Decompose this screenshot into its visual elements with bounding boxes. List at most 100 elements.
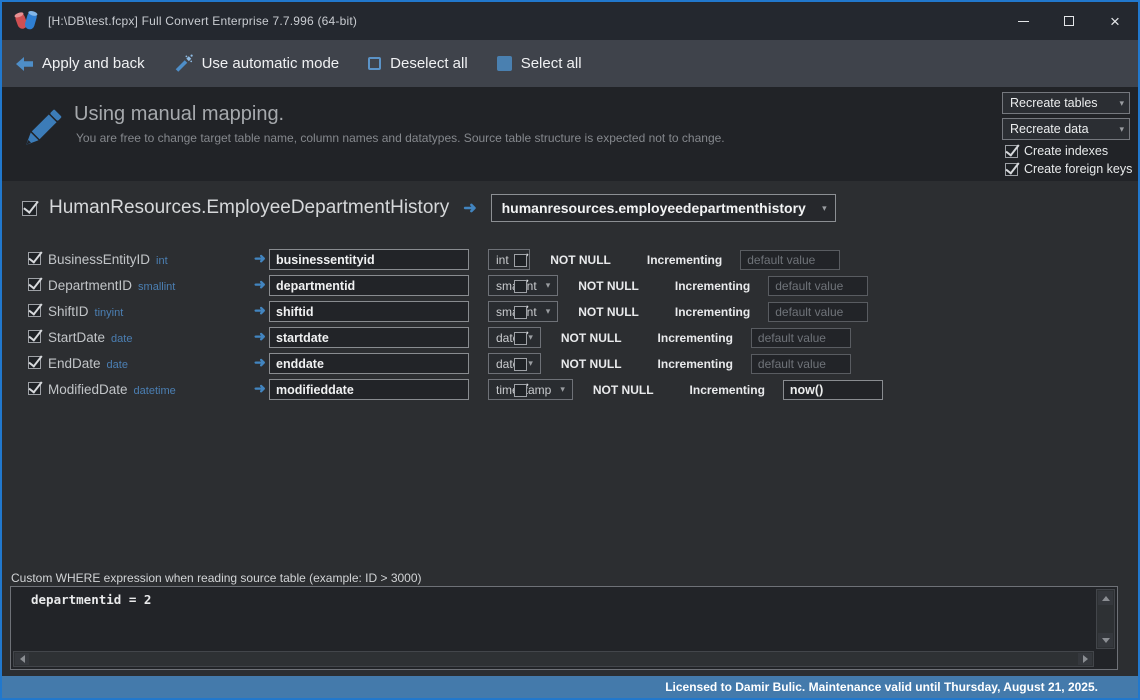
- incrementing-checkbox[interactable]: [514, 306, 527, 319]
- horizontal-scrollbar[interactable]: [13, 651, 1094, 667]
- source-column: BusinessEntityIDint: [48, 251, 168, 269]
- column-select-checkbox[interactable]: [28, 330, 41, 343]
- select-all-button[interactable]: Select all: [497, 55, 597, 72]
- incrementing-checkbox[interactable]: [514, 254, 527, 267]
- create-indexes-option[interactable]: Create indexes: [1005, 144, 1130, 158]
- incrementing-checkbox[interactable]: [514, 358, 527, 371]
- incrementing-option[interactable]: Incrementing: [647, 253, 722, 267]
- not-null-label: NOT NULL: [550, 253, 611, 267]
- column-mapping-row: StartDatedate ➜ date ▾ NOT NULL Incremen…: [2, 325, 1138, 351]
- apply-and-back-label: Apply and back: [42, 55, 145, 72]
- chevron-down-icon: ▾: [546, 307, 551, 316]
- incrementing-option[interactable]: Incrementing: [690, 383, 765, 397]
- column-select-checkbox[interactable]: [28, 382, 41, 395]
- recreate-tables-select[interactable]: Recreate tables ▾: [1002, 92, 1130, 114]
- target-column-input[interactable]: [269, 301, 469, 322]
- mapping-arrow-icon: ➜: [254, 354, 266, 371]
- column-attributes: int ▾ NOT NULL Incrementing: [488, 249, 840, 270]
- incrementing-option[interactable]: Incrementing: [675, 279, 750, 293]
- arrow-up-icon: [1102, 596, 1110, 601]
- source-table-name: HumanResources.EmployeeDepartmentHistory: [49, 197, 449, 219]
- deselect-all-button[interactable]: Deselect all: [368, 55, 483, 72]
- create-foreign-keys-label: Create foreign keys: [1024, 162, 1132, 176]
- back-arrow-icon: [16, 57, 33, 71]
- mapping-arrow-icon: ➜: [254, 276, 266, 293]
- scroll-up-button[interactable]: [1098, 591, 1113, 605]
- column-mapping-row: BusinessEntityIDint ➜ int ▾ NOT NULL Inc…: [2, 247, 1138, 273]
- incrementing-option[interactable]: Incrementing: [675, 305, 750, 319]
- source-column-name: EndDate: [48, 356, 101, 371]
- not-null-option[interactable]: NOT NULL: [550, 253, 611, 267]
- not-null-option[interactable]: NOT NULL: [593, 383, 654, 397]
- incrementing-option[interactable]: Incrementing: [658, 357, 733, 371]
- incrementing-option[interactable]: Incrementing: [658, 331, 733, 345]
- default-value-input[interactable]: [768, 302, 868, 322]
- license-status-text: Licensed to Damir Bulic. Maintenance val…: [665, 680, 1098, 694]
- column-attributes: smallint ▾ NOT NULL Incrementing: [488, 301, 868, 322]
- not-null-option[interactable]: NOT NULL: [578, 305, 639, 319]
- source-column: EndDatedate: [48, 355, 128, 373]
- not-null-option[interactable]: NOT NULL: [578, 279, 639, 293]
- column-attributes: date ▾ NOT NULL Incrementing: [488, 327, 851, 348]
- default-value-input[interactable]: [751, 354, 851, 374]
- target-column-input[interactable]: [269, 249, 469, 270]
- source-column-type: date: [111, 333, 132, 345]
- not-null-label: NOT NULL: [578, 279, 639, 293]
- create-foreign-keys-option[interactable]: Create foreign keys: [1005, 162, 1130, 176]
- default-value-input[interactable]: [783, 380, 883, 400]
- chevron-down-icon: ▾: [528, 333, 533, 342]
- target-column-input[interactable]: [269, 353, 469, 374]
- minimize-icon: [1018, 21, 1029, 22]
- use-automatic-mode-button[interactable]: Use automatic mode: [174, 54, 355, 73]
- column-select-checkbox[interactable]: [28, 356, 41, 369]
- scroll-right-button[interactable]: [1078, 653, 1092, 665]
- create-indexes-label: Create indexes: [1024, 144, 1108, 158]
- column-mapping-row: ModifiedDatedatetime ➜ timestamp ▾ NOT N…: [2, 377, 1138, 403]
- arrow-down-icon: [1102, 638, 1110, 643]
- window-controls: ×: [1000, 2, 1138, 40]
- target-type-select[interactable]: timestamp ▾: [488, 379, 573, 400]
- recreate-data-select[interactable]: Recreate data ▾: [1002, 118, 1130, 140]
- incrementing-label: Incrementing: [675, 305, 750, 319]
- incrementing-label: Incrementing: [690, 383, 765, 397]
- chevron-down-icon: ▾: [1119, 125, 1124, 134]
- mapping-arrow-icon: ➜: [254, 380, 266, 397]
- target-table-combobox[interactable]: humanresources.employeedepartmenthistory…: [491, 194, 836, 222]
- scroll-left-button[interactable]: [15, 653, 29, 665]
- maximize-button[interactable]: [1046, 2, 1092, 40]
- create-foreign-keys-checkbox[interactable]: [1005, 163, 1018, 176]
- source-column-name: BusinessEntityID: [48, 252, 150, 267]
- banner-title: Using manual mapping.: [74, 103, 284, 126]
- column-select-checkbox[interactable]: [28, 304, 41, 317]
- use-automatic-mode-label: Use automatic mode: [202, 55, 340, 72]
- vertical-scrollbar[interactable]: [1096, 589, 1115, 649]
- conversion-options-panel: Recreate tables ▾ Recreate data ▾ Create…: [1002, 92, 1130, 176]
- incrementing-checkbox[interactable]: [514, 384, 527, 397]
- deselect-all-label: Deselect all: [390, 55, 468, 72]
- scroll-down-button[interactable]: [1098, 633, 1113, 647]
- empty-checkbox-icon: [368, 57, 381, 70]
- column-select-checkbox[interactable]: [28, 252, 41, 265]
- target-column-input[interactable]: [269, 327, 469, 348]
- default-value-input[interactable]: [751, 328, 851, 348]
- default-value-input[interactable]: [768, 276, 868, 296]
- not-null-option[interactable]: NOT NULL: [561, 331, 622, 345]
- not-null-option[interactable]: NOT NULL: [561, 357, 622, 371]
- apply-and-back-button[interactable]: Apply and back: [16, 55, 160, 72]
- create-indexes-checkbox[interactable]: [1005, 145, 1018, 158]
- default-value-input[interactable]: [740, 250, 840, 270]
- column-select-checkbox[interactable]: [28, 278, 41, 291]
- target-column-input[interactable]: [269, 275, 469, 296]
- app-window: [H:\DB\test.fcpx] Full Convert Enterpris…: [0, 0, 1140, 700]
- column-attributes: date ▾ NOT NULL Incrementing: [488, 353, 851, 374]
- target-column-input[interactable]: [269, 379, 469, 400]
- not-null-label: NOT NULL: [561, 331, 622, 345]
- minimize-button[interactable]: [1000, 2, 1046, 40]
- table-select-checkbox[interactable]: [22, 201, 37, 216]
- table-mapping-header: HumanResources.EmployeeDepartmentHistory…: [22, 194, 836, 222]
- incrementing-checkbox[interactable]: [514, 280, 527, 293]
- incrementing-checkbox[interactable]: [514, 332, 527, 345]
- info-banner: Using manual mapping. You are free to ch…: [2, 87, 1138, 181]
- close-button[interactable]: ×: [1092, 2, 1138, 40]
- where-expression-editor[interactable]: departmentid = 2: [10, 586, 1118, 670]
